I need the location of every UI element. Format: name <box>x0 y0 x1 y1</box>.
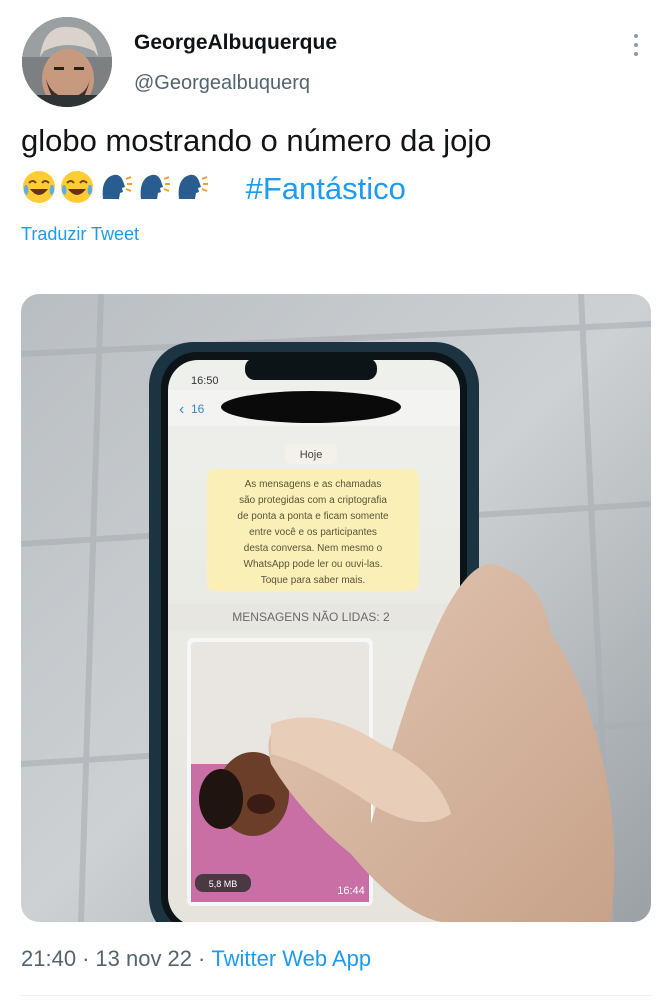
video-time-label: 16:44 <box>337 885 365 897</box>
svg-text:‹: ‹ <box>179 401 184 418</box>
divider <box>21 995 651 996</box>
tears-of-joy-emoji-icon <box>23 171 55 203</box>
tweet-emoji-line: #Fantástico <box>21 165 651 213</box>
encryption-line-1: As mensagens e as chamadas <box>245 479 382 490</box>
tweet-time[interactable]: 21:40 <box>21 946 76 971</box>
unread-messages-label: MENSAGENS NÃO LIDAS: 2 <box>232 610 390 624</box>
meta-separator-2: · <box>198 946 206 971</box>
tweet-date[interactable]: 13 nov 22 <box>95 946 192 971</box>
phone-date-label: Hoje <box>300 449 323 461</box>
encryption-line-6: WhatsApp pode ler ou ouvi-las. <box>244 559 383 570</box>
encryption-line-4: entre você e os participantes <box>249 527 377 538</box>
speaking-head-emoji-icon <box>140 174 170 199</box>
encryption-line-5: desta conversa. Nem mesmo o <box>244 543 383 554</box>
phone-status-time: 16:50 <box>191 375 219 387</box>
user-handle[interactable]: @Georgealbuquerq <box>134 72 310 95</box>
avatar[interactable] <box>22 17 112 107</box>
tweet-timestamp: 21:40 · 13 nov 22 · Twitter Web App <box>21 946 371 972</box>
more-options-icon[interactable] <box>626 30 646 60</box>
avatar-photo <box>22 17 112 107</box>
phone-back-count: 16 <box>191 402 205 416</box>
media-photo: 16:50 ‹ 16 Hoje As mensagens e as chamad… <box>21 294 651 922</box>
speaking-head-emoji-icon <box>178 174 208 199</box>
encryption-line-7: Toque para saber mais. <box>261 575 366 586</box>
tweet-text: globo mostrando o número da jojo #Fantás… <box>21 117 651 213</box>
tears-of-joy-emoji-icon <box>61 171 93 203</box>
tweet-body: globo mostrando o número da jojo <box>21 123 492 158</box>
meta-separator: · <box>82 946 90 971</box>
tweet-media-image[interactable]: 16:50 ‹ 16 Hoje As mensagens e as chamad… <box>21 294 651 922</box>
video-size-label: 5,8 MB <box>209 879 238 889</box>
tweet-source-link[interactable]: Twitter Web App <box>211 946 371 971</box>
encryption-line-2: são protegidas com a criptografia <box>239 495 387 506</box>
translate-tweet-link[interactable]: Traduzir Tweet <box>21 224 139 245</box>
speaking-head-emoji-icon <box>102 174 132 199</box>
encryption-line-3: de ponta a ponta e ficam somente <box>237 511 389 522</box>
display-name[interactable]: GeorgeAlbuquerque <box>134 31 337 55</box>
hashtag-link[interactable]: #Fantástico <box>246 171 406 206</box>
